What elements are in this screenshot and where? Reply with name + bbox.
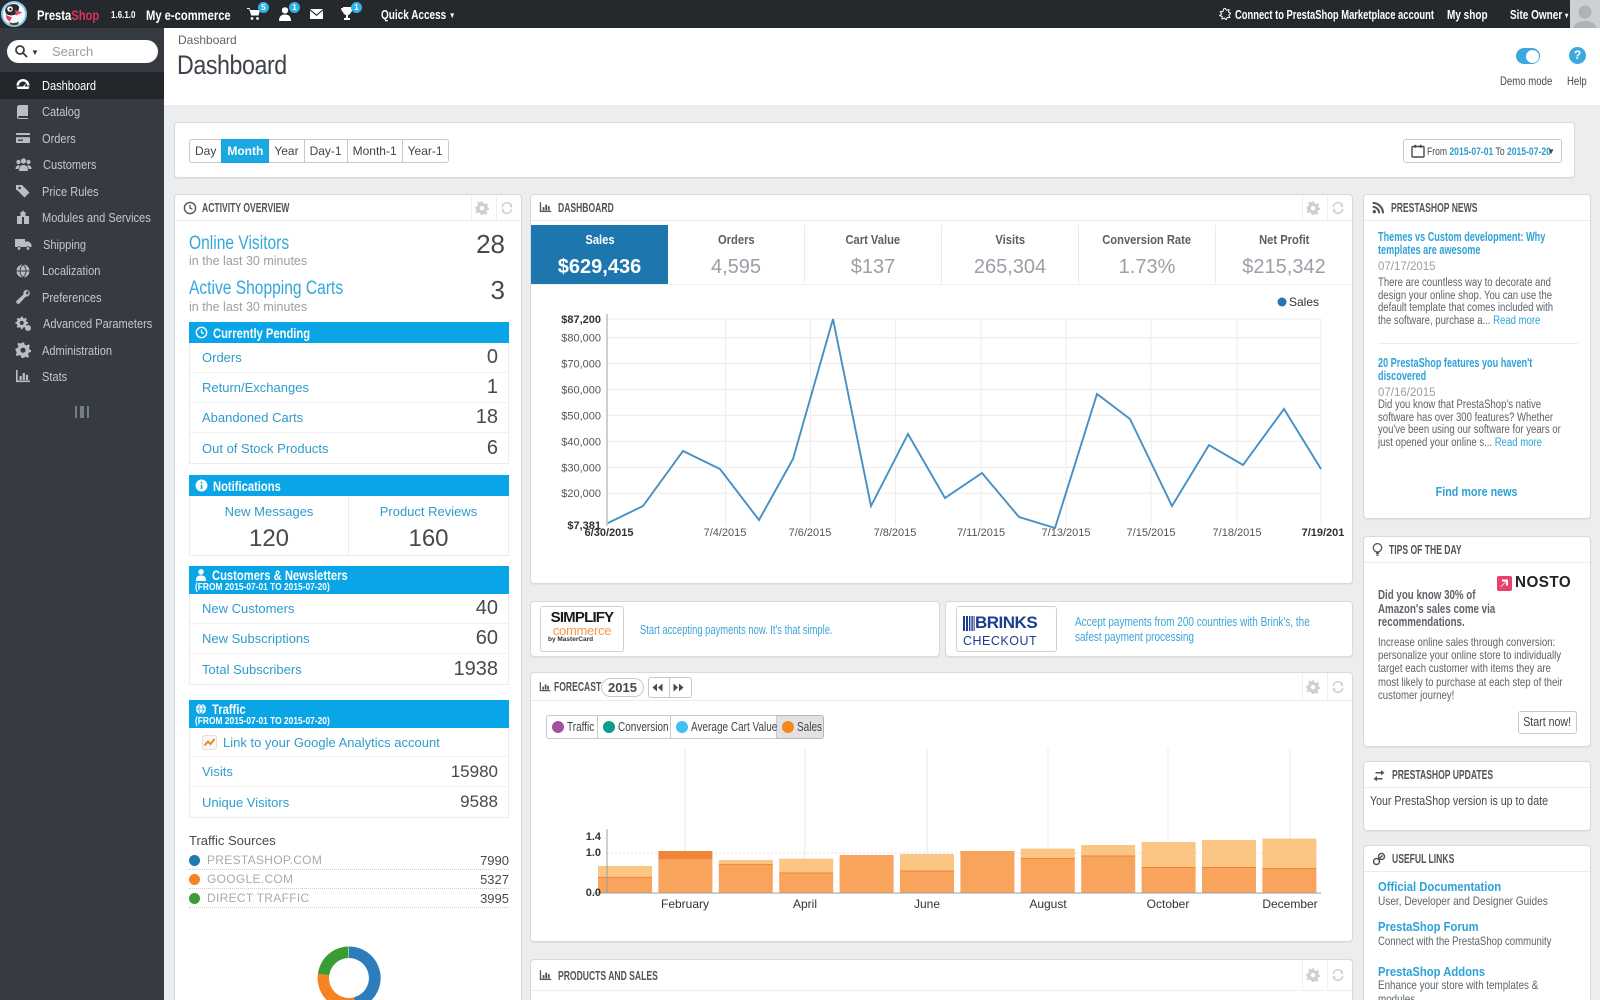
svg-text:Sales: Sales bbox=[1289, 295, 1319, 309]
svg-text:$60,000: $60,000 bbox=[561, 385, 601, 397]
svg-text:$80,000: $80,000 bbox=[561, 333, 601, 345]
svg-text:7/11/2015: 7/11/2015 bbox=[957, 527, 1005, 539]
svg-text:7/4/2015: 7/4/2015 bbox=[704, 527, 747, 539]
svg-text:7/8/2015: 7/8/2015 bbox=[874, 527, 917, 539]
svg-text:October: October bbox=[1147, 897, 1190, 911]
svg-text:$87,200: $87,200 bbox=[561, 314, 601, 326]
svg-text:June: June bbox=[914, 897, 940, 911]
svg-text:August: August bbox=[1029, 897, 1067, 911]
svg-text:7/15/2015: 7/15/2015 bbox=[1127, 527, 1176, 539]
svg-text:December: December bbox=[1262, 897, 1317, 911]
svg-text:April: April bbox=[793, 897, 817, 911]
svg-text:1.0: 1.0 bbox=[586, 847, 601, 859]
svg-text:7/18/2015: 7/18/2015 bbox=[1213, 527, 1262, 539]
svg-text:0.0: 0.0 bbox=[586, 887, 601, 899]
svg-text:$30,000: $30,000 bbox=[561, 462, 601, 474]
svg-text:7/13/2015: 7/13/2015 bbox=[1042, 527, 1091, 539]
svg-text:February: February bbox=[661, 897, 709, 911]
svg-text:$40,000: $40,000 bbox=[561, 436, 601, 448]
svg-text:1.4: 1.4 bbox=[586, 831, 602, 843]
svg-text:$50,000: $50,000 bbox=[561, 410, 601, 422]
svg-text:7/19/201: 7/19/201 bbox=[1302, 527, 1345, 539]
svg-text:$70,000: $70,000 bbox=[561, 359, 601, 371]
svg-text:7/6/2015: 7/6/2015 bbox=[789, 527, 832, 539]
svg-text:6/30/2015: 6/30/2015 bbox=[585, 527, 634, 539]
svg-text:$20,000: $20,000 bbox=[561, 488, 601, 500]
